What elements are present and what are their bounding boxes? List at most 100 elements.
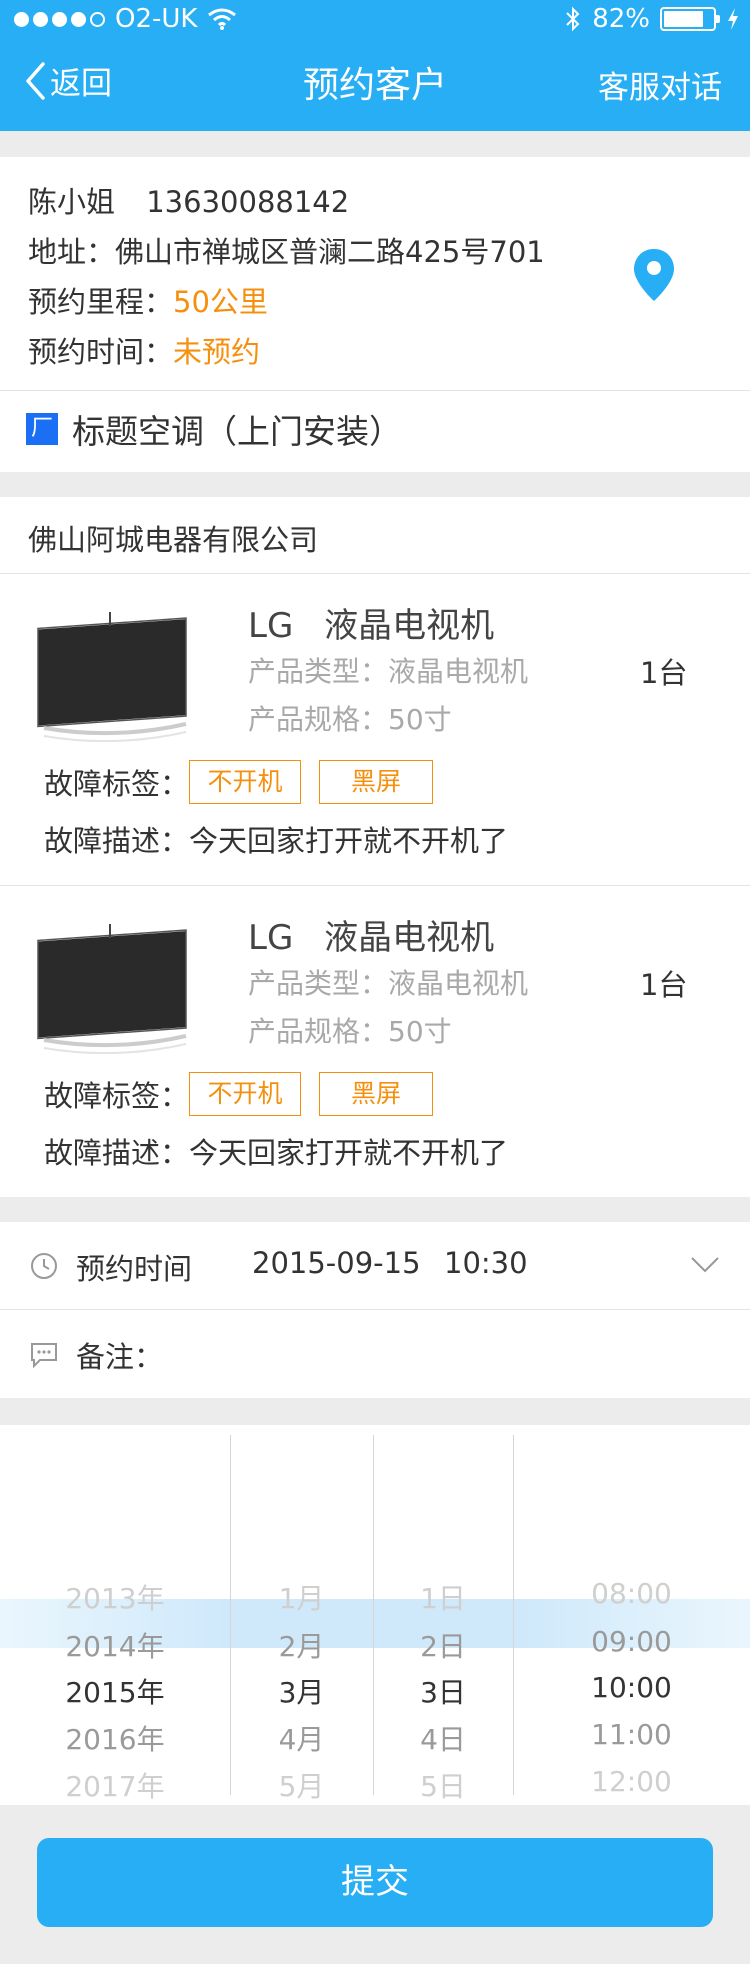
time-column[interactable]: 08:00 09:00 10:00 11:00 12:00 [513,1425,750,1805]
fault-desc-label: 故障描述： [44,824,190,858]
appointment-status-row: 预约时间：未预约 [28,329,260,371]
service-title: 标题空调（上门安装） [72,412,402,451]
customer-address-row: 地址：佛山市禅城区普澜二路425号701 [28,229,545,271]
day-column[interactable]: 1日 2日 3日 4日 5日 [373,1425,513,1805]
app-header: O2-UK 82% 返回 预约客户 客服对话 [0,0,750,131]
appointment-status-label: 预约时间： [28,335,174,369]
location-pin-icon[interactable] [632,247,676,303]
clock-icon [31,1253,57,1279]
product-type: 液晶电视机 [388,967,529,1000]
appointment-time-row[interactable]: 预约时间 2015-09-15 10:30 [0,1222,750,1309]
picker-option[interactable]: 09:00 [513,1625,750,1658]
appointment-status-value: 未预约 [173,335,261,369]
fault-desc: 今天回家打开就不开机了 [189,824,509,858]
fault-tag: 不开机 [189,1072,302,1116]
picker-option[interactable]: 1月 [230,1577,373,1617]
distance-row: 预约里程：50公里 [28,279,268,321]
distance-label: 预约里程： [28,285,174,319]
tv-product-image [37,612,187,743]
fault-desc-row: 故障描述：今天回家打开就不开机了 [44,818,508,860]
picker-option[interactable]: 2015年 [0,1671,230,1711]
appointment-card: 预约时间 2015-09-15 10:30 备注： [0,1222,750,1398]
chevron-down-icon [691,1257,719,1273]
product-item[interactable]: LG 液晶电视机 产品类型：液晶电视机 产品规格：50寸 1台 故障标签： 不开… [0,886,750,1197]
company-name: 佛山阿城电器有限公司 [28,523,319,557]
picker-option[interactable]: 08:00 [513,1577,750,1610]
address-label: 地址： [28,235,116,269]
fault-tags-row: 故障标签： 不开机 黑屏 [44,760,451,804]
date-time-picker[interactable]: 2013年 2014年 2015年 2016年 2017年 1月 2月 3月 4月 5月 1日 2… [0,1425,750,1805]
battery-level [664,11,703,27]
product-type-label: 产品类型： [248,967,389,1000]
picker-option[interactable]: 12:00 [513,1765,750,1798]
battery-percent: 82% [592,4,650,34]
picker-option[interactable]: 4日 [373,1718,513,1758]
wifi-icon [208,8,237,30]
product-spec-label: 产品规格： [248,1015,389,1048]
year-column[interactable]: 2013年 2014年 2015年 2016年 2017年 [0,1425,230,1805]
product-type: 液晶电视机 [388,655,529,688]
picker-option[interactable]: 3日 [373,1671,513,1711]
carrier-name: O2-UK [115,4,198,34]
fault-tags-label: 故障标签： [44,1079,190,1113]
order-items-card: 佛山阿城电器有限公司 LG 液晶电视机 产品类型：液晶电视机 产品规格：50寸 … [0,497,750,1197]
fault-desc: 今天回家打开就不开机了 [189,1136,509,1170]
product-spec-row: 产品规格：50寸 [248,698,452,738]
customer-service-chat-button[interactable]: 客服对话 [598,62,722,107]
picker-option[interactable]: 3月 [230,1671,373,1711]
customer-info-card: 陈小姐 13630088142 地址：佛山市禅城区普澜二路425号701 预约里… [0,157,750,472]
customer-address: 佛山市禅城区普澜二路425号701 [115,235,545,269]
product-spec-label: 产品规格： [248,703,389,736]
picker-option[interactable]: 10:00 [513,1671,750,1704]
status-bar: O2-UK 82% [0,0,750,40]
product-item[interactable]: LG 液晶电视机 产品类型：液晶电视机 产品规格：50寸 1台 故障标签： 不开… [0,574,750,885]
customer-name: 陈小姐 [28,185,116,219]
picker-option[interactable]: 2013年 [0,1577,230,1617]
picker-option[interactable]: 1日 [373,1577,513,1617]
remarks-label: 备注： [76,1340,164,1374]
product-title: LG 液晶电视机 [248,910,494,959]
picker-option[interactable]: 11:00 [513,1718,750,1751]
picker-option[interactable]: 2017年 [0,1765,230,1805]
status-right: 82% [564,4,740,34]
charging-icon [728,8,738,30]
appointment-time-label: 预约时间 [76,1252,193,1286]
appointment-time: 10:30 [444,1246,528,1280]
product-type-label: 产品类型： [248,655,389,688]
signal-strength-icon [14,11,105,27]
remarks-row[interactable]: 备注： [0,1310,750,1398]
fault-tag: 黑屏 [319,760,434,804]
product-brand: LG [248,918,294,958]
tv-product-image [37,924,187,1055]
submit-button[interactable]: 提交 [37,1838,713,1927]
product-type-row: 产品类型：液晶电视机 [248,650,528,690]
battery-icon [660,7,720,31]
fault-desc-label: 故障描述： [44,1136,190,1170]
month-column[interactable]: 1月 2月 3月 4月 5月 [230,1425,373,1805]
product-spec-row: 产品规格：50寸 [248,1010,452,1050]
fault-tag: 黑屏 [319,1072,434,1116]
product-name: 液晶电视机 [324,918,495,958]
customer-phone[interactable]: 13630088142 [146,185,349,219]
product-title: LG 液晶电视机 [248,598,494,647]
product-quantity: 1台 [640,968,688,1002]
service-title-row: 厂 标题空调（上门安装） [26,405,402,453]
submit-label: 提交 [341,1862,409,1902]
fault-tags-label: 故障标签： [44,767,190,801]
fault-tag: 不开机 [189,760,302,804]
comment-icon [31,1343,57,1368]
distance-value: 50公里 [173,285,268,319]
picker-option[interactable]: 2日 [373,1625,513,1665]
picker-option[interactable]: 4月 [230,1718,373,1758]
picker-option[interactable]: 5月 [230,1765,373,1805]
product-spec: 50寸 [388,1015,452,1048]
picker-option[interactable]: 5日 [373,1765,513,1805]
fault-desc-row: 故障描述：今天回家打开就不开机了 [44,1130,508,1172]
picker-option[interactable]: 2月 [230,1625,373,1665]
picker-option[interactable]: 2014年 [0,1625,230,1665]
factory-badge-icon: 厂 [26,413,58,445]
picker-option[interactable]: 2016年 [0,1718,230,1758]
product-name: 液晶电视机 [324,606,495,646]
appointment-date: 2015-09-15 [252,1246,421,1280]
card-divider [0,390,750,391]
